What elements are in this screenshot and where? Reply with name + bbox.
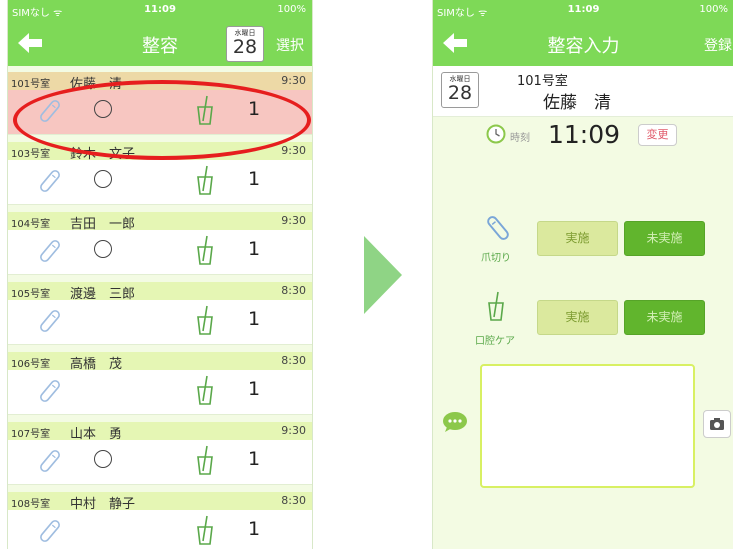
row-header: 108号室 中村 静子 8:30 xyxy=(8,492,312,512)
status-bar: SIMなし ᯤ 11:09 100% xyxy=(433,0,733,20)
room-number: 104号室 xyxy=(11,219,51,230)
room-number: 108号室 xyxy=(11,499,51,510)
done-circle-icon xyxy=(94,170,112,188)
nail-clipper-icon xyxy=(40,380,60,402)
time-value: 11:09 xyxy=(548,120,621,149)
nail-clipper-icon xyxy=(40,240,60,262)
nail-clipper-icon xyxy=(40,520,60,542)
room-number: 103号室 xyxy=(11,149,51,160)
list-item[interactable]: 1 xyxy=(8,160,312,205)
nail-done-button[interactable]: 実施 xyxy=(537,221,618,256)
change-time-button[interactable]: 変更 xyxy=(638,124,677,146)
camera-button[interactable] xyxy=(703,410,731,438)
status-time: 11:09 xyxy=(567,4,600,15)
nail-not-done-button[interactable]: 未実施 xyxy=(624,221,705,256)
nav-bar: 整容 水曜日 28 選択 xyxy=(8,20,312,66)
oral-care-cup-icon xyxy=(488,291,504,321)
room-number: 107号室 xyxy=(11,429,51,440)
oral-done-button[interactable]: 実施 xyxy=(537,300,618,335)
list-item[interactable]: 1 xyxy=(8,230,312,275)
scheduled-time: 8:30 xyxy=(281,354,306,367)
page-title: 整容 xyxy=(142,36,178,57)
date-badge: 水曜日 28 xyxy=(226,26,264,62)
room-number: 105号室 xyxy=(11,289,51,300)
oral-care-count: 1 xyxy=(248,308,261,330)
memo-textarea[interactable] xyxy=(480,364,695,488)
oral-care-count: 1 xyxy=(248,168,261,190)
row-header: 105号室 渡邊 三郎 8:30 xyxy=(8,282,312,302)
oral-care-cup-icon xyxy=(197,515,213,545)
nail-clipper-icon xyxy=(40,310,60,332)
nail-clipper-icon xyxy=(40,170,60,192)
battery-label: 100% xyxy=(699,4,728,15)
row-header: 106号室 高橋 茂 8:30 xyxy=(8,352,312,372)
scheduled-time: 8:30 xyxy=(281,494,306,507)
oral-care-cup-icon xyxy=(197,165,213,195)
scheduled-time: 9:30 xyxy=(281,214,306,227)
status-time: 11:09 xyxy=(144,4,176,15)
date-day: 28 xyxy=(447,82,473,104)
nail-clipper-icon xyxy=(487,216,509,240)
nail-clipper-icon xyxy=(40,450,60,472)
scheduled-time: 9:30 xyxy=(281,74,306,87)
select-button[interactable]: 選択 xyxy=(276,35,304,55)
oral-care-cup-icon xyxy=(197,445,213,475)
list-item[interactable]: 1 xyxy=(8,440,312,485)
list-item[interactable]: 1 xyxy=(8,370,312,415)
comment-bubble-icon[interactable] xyxy=(442,411,468,433)
page-title: 整容入力 xyxy=(547,36,620,57)
status-bar: SIMなし ᯤ 11:09 100% xyxy=(8,0,312,20)
input-screen: SIMなし ᯤ 11:09 100% 整容入力 登録 水曜日 28 101号室 … xyxy=(432,0,733,549)
done-circle-icon xyxy=(94,240,112,258)
oral-care-cup-icon xyxy=(197,305,213,335)
oral-not-done-button[interactable]: 未実施 xyxy=(624,300,705,335)
resident-header: 水曜日 28 101号室 佐藤 清 xyxy=(433,66,733,117)
nail-clip-label: 爪切り xyxy=(481,253,511,264)
oral-care-count: 1 xyxy=(248,448,261,470)
oral-care-count: 1 xyxy=(248,378,261,400)
oral-care-count: 1 xyxy=(248,238,261,260)
room-number: 101号室 xyxy=(517,74,568,89)
room-number: 106号室 xyxy=(11,359,51,370)
list-item[interactable]: 1 xyxy=(8,510,312,549)
camera-icon xyxy=(710,418,724,430)
scheduled-time: 8:30 xyxy=(281,284,306,297)
room-number: 101号室 xyxy=(11,79,51,90)
list-screen: SIMなし ᯤ 11:09 100% 整容 水曜日 28 選択 101号室 佐藤 … xyxy=(7,0,313,549)
list-item[interactable]: 1 xyxy=(8,300,312,345)
oral-care-cup-icon xyxy=(197,235,213,265)
row-header: 107号室 山本 勇 9:30 xyxy=(8,422,312,442)
nav-bar: 整容入力 登録 xyxy=(433,20,733,66)
register-button[interactable]: 登録 xyxy=(704,35,732,55)
date-day: 28 xyxy=(232,36,258,58)
highlight-ellipse xyxy=(13,80,311,160)
resident-name: 佐藤 清 xyxy=(543,93,611,113)
row-header: 104号室 吉田 一郎 9:30 xyxy=(8,212,312,232)
oral-care-cup-icon xyxy=(197,375,213,405)
clock-icon xyxy=(486,124,506,144)
done-circle-icon xyxy=(94,450,112,468)
time-label: 時刻 xyxy=(510,133,530,144)
date-badge: 水曜日 28 xyxy=(441,72,479,108)
oral-care-count: 1 xyxy=(248,518,261,540)
scheduled-time: 9:30 xyxy=(281,144,306,157)
battery-label: 100% xyxy=(277,4,306,15)
transition-arrow-icon xyxy=(364,236,402,314)
oral-care-label: 口腔ケア xyxy=(475,336,515,347)
scheduled-time: 9:30 xyxy=(281,424,306,437)
